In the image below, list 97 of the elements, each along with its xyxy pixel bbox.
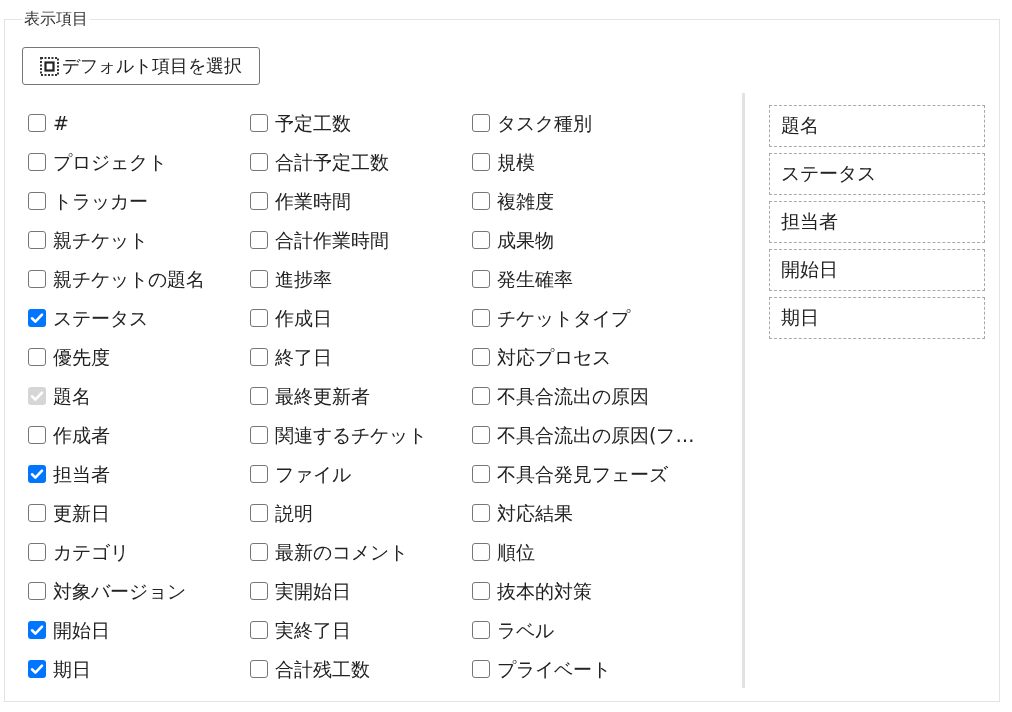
checkbox-label: 最新のコメント <box>275 539 408 564</box>
checkbox[interactable] <box>250 425 268 444</box>
checkbox-label: 成果物 <box>497 227 554 252</box>
checkbox-label: 関連するチケット <box>275 422 427 447</box>
checkbox-label: 終了日 <box>275 344 332 369</box>
checkbox[interactable] <box>28 113 46 132</box>
checkbox-label: 合計作業時間 <box>275 227 389 252</box>
checkbox-label: 合計予定工数 <box>275 149 389 174</box>
checkbox[interactable] <box>472 113 490 132</box>
section-legend: 表示項目 <box>22 7 90 31</box>
checkbox[interactable] <box>472 542 490 561</box>
selected-column-item[interactable]: ステータス <box>769 153 985 195</box>
checkbox-label: 合計残工数 <box>275 656 370 681</box>
checkbox[interactable] <box>250 152 268 171</box>
checkbox[interactable] <box>28 152 46 171</box>
checkbox-label: ステータス <box>53 305 148 330</box>
checkbox[interactable] <box>28 581 46 600</box>
checkbox[interactable] <box>28 425 46 444</box>
checkbox-label: # <box>53 110 69 135</box>
checkbox-label: 開始日 <box>53 617 110 642</box>
checkbox[interactable] <box>472 425 490 444</box>
checkbox[interactable] <box>250 113 268 132</box>
checkbox[interactable] <box>28 308 46 327</box>
checkbox[interactable] <box>28 464 46 483</box>
checkbox[interactable] <box>472 581 490 600</box>
checkbox[interactable] <box>250 386 268 405</box>
checkbox[interactable] <box>250 191 268 210</box>
checkbox[interactable] <box>250 269 268 288</box>
checkbox[interactable] <box>472 347 490 366</box>
checkbox[interactable] <box>472 386 490 405</box>
checkbox-label: 順位 <box>497 539 535 564</box>
checkbox-label: 対応プロセス <box>497 344 611 369</box>
checkbox-label: 優先度 <box>53 344 110 369</box>
checkbox[interactable] <box>472 620 490 639</box>
checkbox[interactable] <box>250 581 268 600</box>
checkbox[interactable] <box>250 464 268 483</box>
checkbox[interactable] <box>472 308 490 327</box>
checkbox-label: ラベル <box>497 617 554 642</box>
checkbox[interactable] <box>28 503 46 522</box>
checkbox[interactable] <box>472 269 490 288</box>
checkbox-label: 発生確率 <box>497 266 573 291</box>
selected-column-item[interactable]: 担当者 <box>769 201 985 243</box>
checkbox-label: 作成者 <box>53 422 110 447</box>
checkbox-label: 更新日 <box>53 500 110 525</box>
checkbox-label: 作成日 <box>275 305 332 330</box>
checkbox-label: 題名 <box>53 383 91 408</box>
checkbox-label: 予定工数 <box>275 110 351 135</box>
checkbox[interactable] <box>28 347 46 366</box>
checkbox-label: プロジェクト <box>53 149 167 174</box>
checkbox-label: ファイル <box>275 461 351 486</box>
checkbox[interactable] <box>250 503 268 522</box>
checkbox[interactable] <box>28 659 46 678</box>
checkbox[interactable] <box>250 542 268 561</box>
selected-column-item[interactable]: 期日 <box>769 297 985 339</box>
checkbox-label: カテゴリ <box>53 539 129 564</box>
checkbox[interactable] <box>472 503 490 522</box>
checkbox[interactable] <box>250 230 268 249</box>
checkbox-label: 不具合発見フェーズ <box>497 461 668 486</box>
checkbox-label: プライベート <box>497 656 611 681</box>
checkbox-label: 抜本的対策 <box>497 578 592 603</box>
checkbox[interactable] <box>28 542 46 561</box>
checkbox-label: 担当者 <box>53 461 110 486</box>
checkbox-label: 実開始日 <box>275 578 351 603</box>
checkbox-label: 複雑度 <box>497 188 554 213</box>
checkbox[interactable] <box>472 659 490 678</box>
checkbox-label: 説明 <box>275 500 313 525</box>
checkbox[interactable] <box>250 620 268 639</box>
checkbox-label: 親チケット <box>53 227 148 252</box>
checkbox-label: 期日 <box>53 656 91 681</box>
checkbox-label: 不具合流出の原因(フ… <box>497 422 695 447</box>
checkbox[interactable] <box>472 152 490 171</box>
checkbox-label: 進捗率 <box>275 266 332 291</box>
checkbox[interactable] <box>472 464 490 483</box>
checkbox[interactable] <box>28 269 46 288</box>
default-items-button[interactable]: デフォルト項目を選択 <box>22 47 260 85</box>
checkbox[interactable] <box>28 191 46 210</box>
checkbox-label: タスク種別 <box>497 110 592 135</box>
checkbox-label: 作業時間 <box>275 188 351 213</box>
selected-column-item[interactable]: 題名 <box>769 105 985 147</box>
checkbox[interactable] <box>28 230 46 249</box>
checkbox[interactable] <box>472 230 490 249</box>
checkbox-label: 最終更新者 <box>275 383 370 408</box>
checkbox[interactable] <box>250 308 268 327</box>
checkbox-label: 不具合流出の原因 <box>497 383 649 408</box>
checkbox-label: 対象バージョン <box>53 578 186 603</box>
checkbox-label: 対応結果 <box>497 500 573 525</box>
checkbox-label: トラッカー <box>53 188 148 213</box>
selected-column-item[interactable]: 開始日 <box>769 249 985 291</box>
select-box-icon <box>40 56 59 76</box>
checkbox[interactable] <box>472 191 490 210</box>
checkbox[interactable] <box>250 659 268 678</box>
checkbox-label: 規模 <box>497 149 535 174</box>
checkbox-label: 親チケットの題名 <box>53 266 205 291</box>
checkbox-label: チケットタイプ <box>497 305 630 330</box>
checkbox[interactable] <box>250 347 268 366</box>
checkbox[interactable] <box>28 620 46 639</box>
checkbox-label: 実終了日 <box>275 617 351 642</box>
